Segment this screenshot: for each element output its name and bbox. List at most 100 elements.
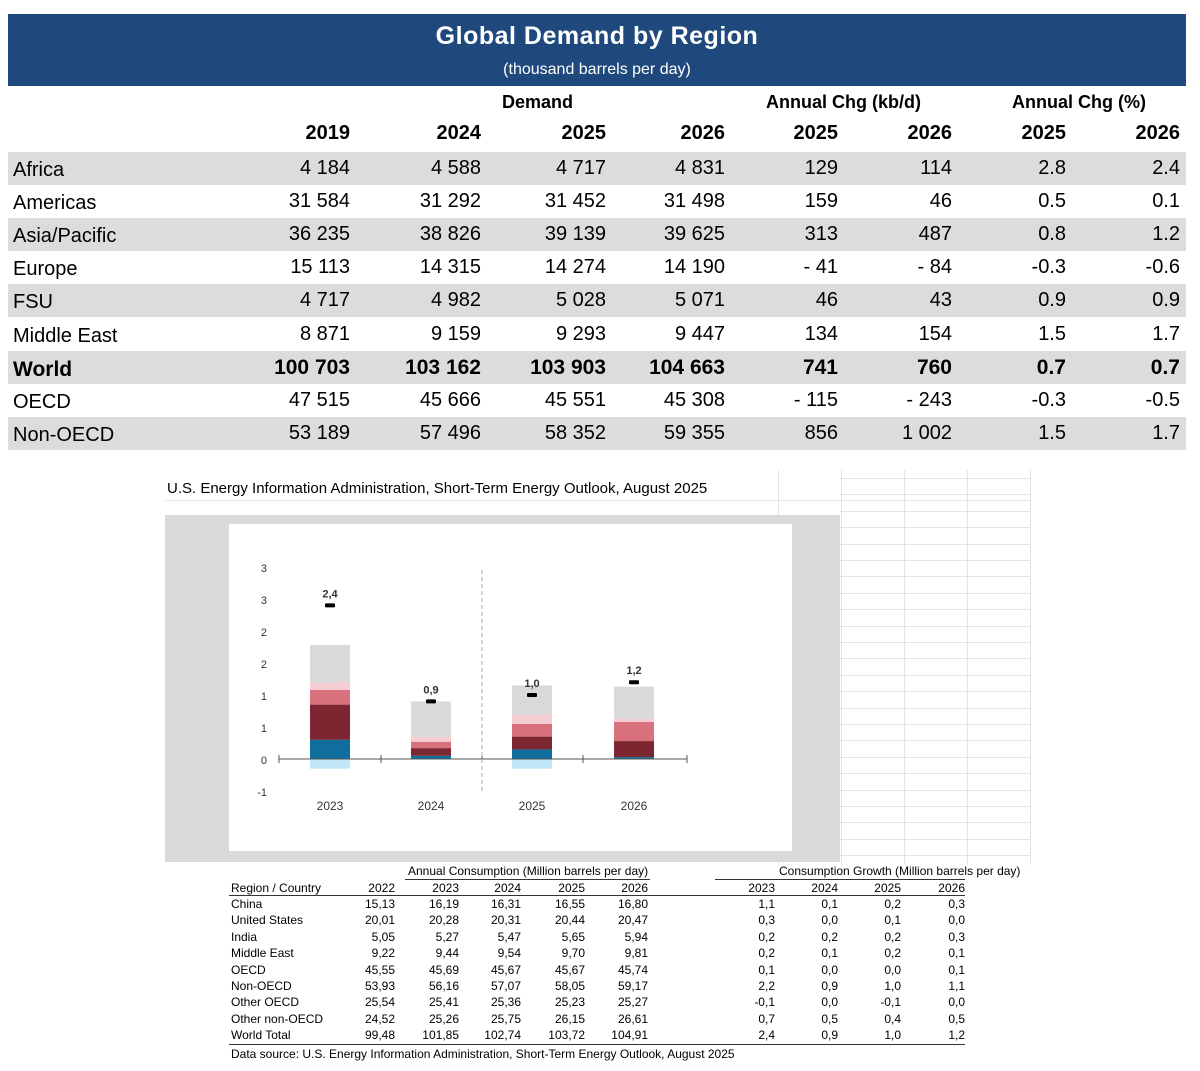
table-row-label: United States [231,913,304,928]
grid-row-line [840,510,1030,512]
consumption-year-header: 2022 [368,881,395,895]
consumption-cell: 45,55 [364,962,395,977]
table-cell: 103 903 [530,355,606,379]
table-row-label: World Total [231,1028,291,1043]
y-tick-label: 2 [261,659,267,671]
table-row: Europe 15 113 14 315 14 274 14 190 - 41 - 84 -0… [8,251,1186,284]
table-cell: 4 184 [299,157,350,179]
table-row: FSU 4 717 4 982 5 028 5 071 46 43 0.9 0.9 [8,284,1186,318]
table-cell: 38 826 [419,223,481,246]
consumption-cell: 101,85 [422,1028,459,1043]
table-row: Asia/Pacific 36 235 38 826 39 139 39 625 313 4… [8,218,1186,252]
growth-cell: 1,1 [948,979,965,993]
table-cell: 39 139 [544,223,606,246]
table-cell: 53 189 [288,421,350,444]
total-marker [629,680,639,685]
bar-segment [512,723,552,737]
grid-row-line [840,773,1030,775]
growth-cell: 0,4 [884,1011,901,1026]
chart-source-title: U.S. Energy Information Administration, … [167,480,708,497]
table-cell: 1.7 [1152,322,1180,345]
table-cell: 9 159 [430,322,481,345]
growth-year-header: 2025 [874,881,901,895]
consumption-cell: 16,80 [617,897,648,911]
table-cell: 313 [804,223,838,246]
table-cell: 154 [918,322,952,345]
consumption-cell: 24,52 [364,1011,395,1026]
row-label: Non-OECD [13,423,115,446]
consumption-cell: 45,74 [617,962,648,977]
table-cell: 1.5 [1038,322,1066,345]
growth-cell: 0,2 [758,929,775,944]
consumption-cell: 20,47 [617,913,648,928]
consumption-cell: 25,75 [490,1011,521,1026]
consumption-cell: 9,54 [497,946,521,961]
table-cell: 9 293 [555,322,606,345]
bar-segment [310,645,350,683]
table-row-label: China [231,897,263,911]
table-title: Global Demand by Region [435,22,759,50]
consumption-cell: 57,07 [490,979,521,993]
growth-cell: 0,1 [948,962,965,977]
consumption-year-header: 2024 [494,881,521,895]
table-row: Middle East 8 871 9 159 9 293 9 447 134 154 1.5… [8,318,1186,351]
table-cell: 46 [815,289,838,312]
table-row-label: OECD [231,962,266,977]
year-header-3: 2026 [680,122,726,144]
total-label: 1,0 [524,678,539,690]
grid-row-line [840,740,1030,742]
consumption-cell: 16,55 [554,897,585,911]
row-label: Africa [13,159,65,181]
consumption-cell: 104,91 [611,1028,648,1043]
year-header-6: 2025 [1021,122,1067,144]
table-row-label: Other non-OECD [231,1011,324,1026]
row-label: Americas [13,192,97,215]
consumption-cell: 45,69 [428,962,459,977]
growth-cell: 0,0 [821,913,838,928]
total-label: 1,2 [626,665,641,677]
grid-row-line [840,625,1030,627]
table-cell: 4 717 [555,157,606,179]
growth-cell: 1,1 [758,897,775,911]
bar-segment [411,748,451,756]
table-cell: 15 113 [290,256,350,279]
consumption-year-header: 2025 [558,881,585,895]
grid-row-line [840,478,1030,479]
grid-row-line [840,543,1030,545]
table-cell: -0.6 [1145,256,1180,279]
table-row: Americas 31 584 31 292 31 452 31 498 159 46 0.5… [8,185,1186,218]
table-cell: 1 002 [901,421,952,444]
table-cell: 487 [918,223,952,246]
year-header-5: 2026 [907,122,953,144]
consumption-cell: 16,31 [490,897,521,911]
consumption-cell: 20,31 [490,913,521,928]
table-cell: 14 315 [419,256,481,279]
table-cell: 9 447 [674,322,725,345]
growth-cell: 0,0 [948,995,965,1010]
growth-cell: 0,7 [758,1011,775,1026]
y-tick-label: 0 [261,755,267,767]
consumption-cell: 9,44 [435,946,459,961]
total-label: 2,4 [322,588,338,600]
table-cell: - 243 [906,388,952,411]
growth-cell: -0,1 [880,995,901,1010]
growth-cell: 0,3 [758,913,775,928]
growth-cell: 0,1 [758,962,775,977]
bar-segment [512,759,552,769]
table-cell: 59 355 [663,421,725,444]
consumption-cell: 9,70 [561,946,585,961]
x-tick-label: 2024 [418,799,445,813]
table-cell: 1.2 [1152,223,1180,246]
growth-cell: 1,0 [884,979,901,993]
table-cell: 103 162 [405,355,481,379]
table-cell: 2.4 [1152,157,1180,179]
consumption-cell: 99,48 [364,1028,395,1043]
year-header-4: 2025 [793,122,839,144]
consumption-cell: 58,05 [554,979,585,993]
table-cell: 114 [920,157,952,179]
consumption-cell: 5,47 [497,929,521,944]
header-rule [715,879,965,880]
table-cell: 134 [804,322,838,345]
growth-year-header: 2026 [938,881,965,895]
consumption-title: Annual Consumption (Million barrels per … [408,864,649,878]
